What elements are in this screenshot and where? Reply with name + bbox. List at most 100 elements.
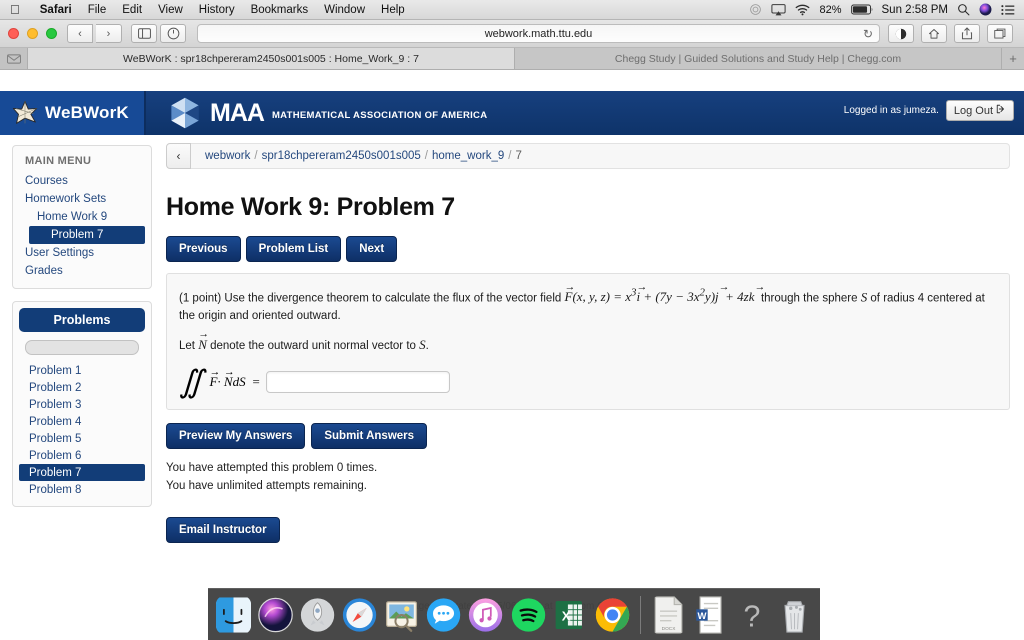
answer-row: ∬ F· NdS = xyxy=(179,366,997,397)
submit-buttons-row: Preview My Answers Submit Answers xyxy=(166,422,1010,449)
webwork-star-icon xyxy=(12,100,38,126)
menubar-item-view[interactable]: View xyxy=(150,4,191,16)
apple-menu-icon[interactable]:  xyxy=(10,3,20,16)
sidebar-toggle-icon[interactable] xyxy=(131,24,157,43)
minimize-window-button[interactable] xyxy=(27,28,38,39)
problem-link-7[interactable]: Problem 7 xyxy=(19,464,145,481)
battery-icon[interactable] xyxy=(850,4,873,15)
dock-icon-messages[interactable] xyxy=(426,596,461,634)
problem-list-button[interactable]: Problem List xyxy=(245,236,342,262)
privacy-report-icon[interactable] xyxy=(888,24,914,43)
wifi-icon[interactable] xyxy=(795,4,810,16)
battery-percent-label: 82% xyxy=(819,3,842,16)
logout-button[interactable]: Log Out xyxy=(945,100,1014,121)
menubar-item-bookmarks[interactable]: Bookmarks xyxy=(243,4,317,16)
dock-icon-preview[interactable] xyxy=(384,596,419,634)
dock-icon-help-question[interactable]: ? xyxy=(735,596,770,634)
reload-icon[interactable]: ↻ xyxy=(863,27,873,41)
time-machine-icon[interactable] xyxy=(749,3,762,16)
sidebar-item-user-settings[interactable]: User Settings xyxy=(19,244,145,262)
page-title: Home Work 9: Problem 7 xyxy=(166,193,455,221)
problems-search-input[interactable] xyxy=(25,340,139,355)
sidebar-item-home-work-9[interactable]: Home Work 9 xyxy=(19,208,145,226)
menubar-item-history[interactable]: History xyxy=(191,4,243,16)
main-menu-title: MAIN MENU xyxy=(25,155,92,167)
dock-icon-docx-file[interactable]: DOCX xyxy=(651,595,686,634)
close-window-button[interactable] xyxy=(8,28,19,39)
problem-link-2[interactable]: Problem 2 xyxy=(19,379,145,396)
back-button-icon[interactable]: ‹ xyxy=(67,24,93,43)
mail-tab-icon[interactable] xyxy=(0,48,28,69)
dock-icon-siri[interactable] xyxy=(258,596,293,634)
svg-text:W: W xyxy=(697,610,706,621)
problem-nav-buttons: Previous Problem List Next xyxy=(166,236,1010,262)
menubar-item-edit[interactable]: Edit xyxy=(114,4,150,16)
previous-button[interactable]: Previous xyxy=(166,236,241,262)
menubar-item-help[interactable]: Help xyxy=(373,4,413,16)
problems-panel: Problems Problem 1 Problem 2 Problem 3 P… xyxy=(12,301,152,507)
menubar-item-file[interactable]: File xyxy=(80,4,115,16)
share-icon[interactable] xyxy=(954,24,980,43)
webwork-logo[interactable]: WeBWorK xyxy=(0,91,146,135)
menubar-item-safari[interactable]: Safari xyxy=(32,4,80,16)
j-hat-arrow xyxy=(719,280,723,307)
home-icon[interactable] xyxy=(921,24,947,43)
dock-icon-launchpad[interactable] xyxy=(300,596,335,634)
browser-tab-chegg[interactable]: Chegg Study | Guided Solutions and Study… xyxy=(515,48,1002,69)
screen-root:  Safari File Edit View History Bookmark… xyxy=(0,0,1024,640)
maximize-window-button[interactable] xyxy=(46,28,57,39)
problem-text-part2: through the sphere xyxy=(760,292,858,305)
sidebar-item-courses[interactable]: Courses xyxy=(19,172,145,190)
preview-answers-button[interactable]: Preview My Answers xyxy=(166,422,306,449)
show-all-tabs-icon[interactable] xyxy=(987,24,1013,43)
breadcrumb-item-problem: 7 xyxy=(515,150,522,162)
problem-link-3[interactable]: Problem 3 xyxy=(19,396,145,413)
address-bar[interactable]: webwork.math.ttu.edu ↻ xyxy=(197,24,880,43)
dock-icon-finder[interactable] xyxy=(216,596,252,634)
forward-button-icon[interactable]: › xyxy=(96,24,122,43)
breadcrumb-separator: / xyxy=(424,150,428,162)
attempts-status-line-1: You have attempted this problem 0 times. xyxy=(166,461,378,474)
airplay-icon[interactable] xyxy=(771,3,787,16)
dock-icon-word-document[interactable]: W xyxy=(693,595,728,634)
menubar-item-window[interactable]: Window xyxy=(316,4,373,16)
dock-icon-itunes[interactable] xyxy=(468,596,503,634)
dock-icon-chrome[interactable] xyxy=(595,596,630,634)
webwork-logo-text: WeBWorK xyxy=(45,103,129,122)
breadcrumb-item-set[interactable]: home_work_9 xyxy=(432,150,504,162)
problem-link-4[interactable]: Problem 4 xyxy=(19,413,145,430)
breadcrumb: webwork / spr18chpereram2450s001s005 / h… xyxy=(191,143,1010,169)
attempts-status-line-2: You have unlimited attempts remaining. xyxy=(166,479,367,492)
svg-text:DOCX: DOCX xyxy=(661,626,676,632)
problem-text-part1: Use the divergence theorem to calculate … xyxy=(224,292,562,305)
dock-icon-safari[interactable] xyxy=(342,596,377,634)
sidebar-item-problem-7[interactable]: Problem 7 xyxy=(29,226,145,244)
reading-list-icon[interactable] xyxy=(160,24,186,43)
problem-link-5[interactable]: Problem 5 xyxy=(19,430,145,447)
dock-icon-spotify[interactable] xyxy=(511,596,546,634)
next-button[interactable]: Next xyxy=(346,236,398,262)
problem-statement: (1 point) Use the divergence theorem to … xyxy=(179,280,997,326)
breadcrumb-back-icon[interactable]: ‹ xyxy=(166,143,191,169)
notification-center-icon[interactable] xyxy=(1001,4,1015,16)
sidebar-item-grades[interactable]: Grades xyxy=(19,262,145,280)
dock-icon-excel[interactable]: X xyxy=(553,596,588,634)
siri-icon[interactable] xyxy=(979,3,992,16)
breadcrumb-item-course[interactable]: spr18chpereram2450s001s005 xyxy=(262,150,421,162)
answer-input[interactable] xyxy=(266,371,451,394)
breadcrumb-item-webwork[interactable]: webwork xyxy=(205,150,250,162)
menubar-clock[interactable]: Sun 2:58 PM xyxy=(882,4,948,16)
email-instructor-button[interactable]: Email Instructor xyxy=(166,517,280,544)
browser-tab-webwork[interactable]: WeBWorK : spr18chpereram2450s001s005 : H… xyxy=(28,48,515,69)
submit-answers-button[interactable]: Submit Answers xyxy=(311,422,428,449)
field-middle-2: y)j xyxy=(704,289,719,305)
problem-link-8[interactable]: Problem 8 xyxy=(19,481,145,498)
page-body: MAIN MENU Courses Homework Sets Home Wor… xyxy=(0,135,1024,640)
N-vector-symbol: N xyxy=(198,329,207,353)
dock-icon-trash[interactable] xyxy=(777,596,812,634)
problem-link-1[interactable]: Problem 1 xyxy=(19,362,145,379)
spotlight-search-icon[interactable] xyxy=(957,3,970,16)
sidebar-item-homework-sets[interactable]: Homework Sets xyxy=(19,190,145,208)
new-tab-button[interactable]: + xyxy=(1002,48,1024,69)
problem-link-6[interactable]: Problem 6 xyxy=(19,447,145,464)
